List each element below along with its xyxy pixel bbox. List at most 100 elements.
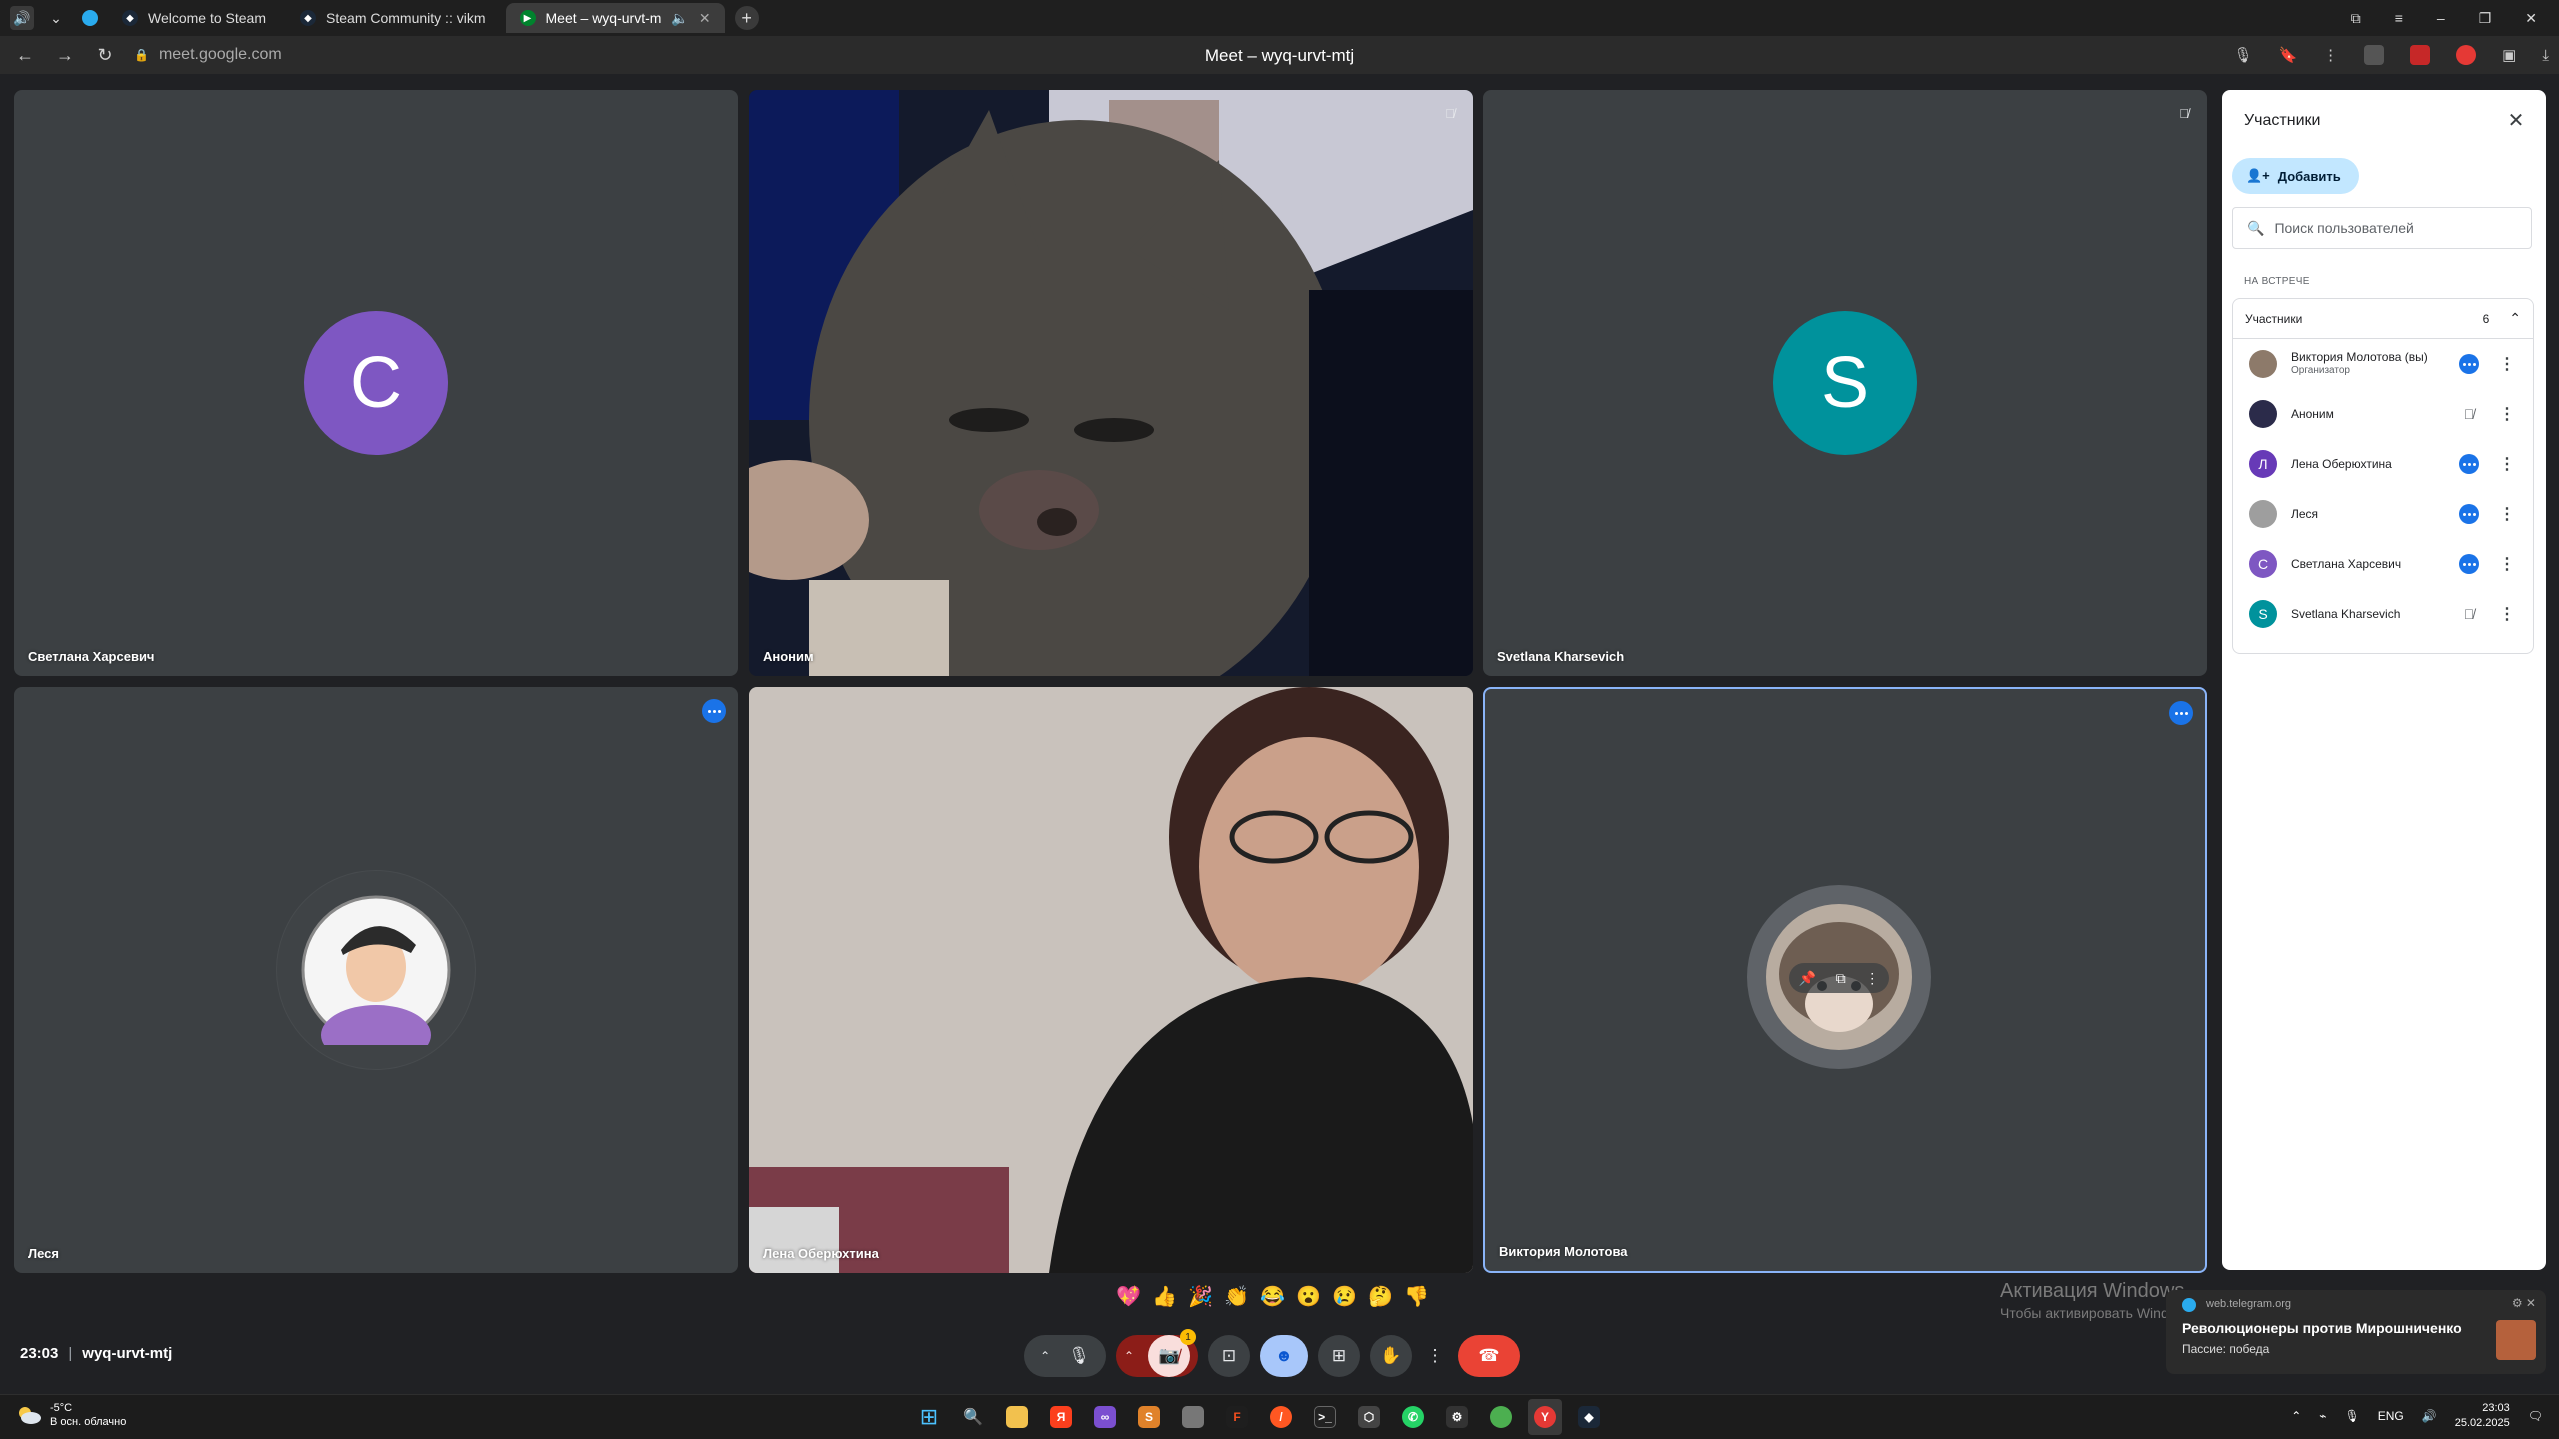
pin-icon[interactable]: 📌 xyxy=(1799,970,1816,987)
more-options-icon[interactable]: ⋮ xyxy=(2497,553,2517,575)
participant-video-tile[interactable]: 🎙̸ Аноним xyxy=(749,90,1473,676)
chevron-up-icon[interactable]: ⌃ xyxy=(1040,1349,1050,1363)
language-indicator[interactable]: ENG xyxy=(2378,1409,2404,1423)
chevron-up-icon[interactable]: ⌃ xyxy=(2291,1409,2301,1423)
toast-image xyxy=(2496,1320,2536,1360)
more-options-icon[interactable]: ⋮ xyxy=(2497,603,2517,625)
weather-widget[interactable]: -5°C В осн. облачно xyxy=(16,1401,126,1429)
chevron-down-icon[interactable]: ⌄ xyxy=(44,6,68,30)
restore-icon[interactable]: ❐ xyxy=(2479,10,2492,27)
participant-tile[interactable]: S 🎙̸ Svetlana Kharsevich xyxy=(1483,90,2207,676)
telegram-tab-icon[interactable] xyxy=(78,6,102,30)
yandex-button[interactable]: Я xyxy=(1044,1399,1078,1435)
participant-video-tile[interactable]: Лена Оберюхтина xyxy=(749,687,1473,1273)
whatsapp-button[interactable]: ✆ xyxy=(1396,1399,1430,1435)
search-button[interactable]: 🔍 xyxy=(956,1399,990,1435)
tab-meet[interactable]: ▶ Meet – wyq-urvt-m 🔈 ✕ xyxy=(505,3,725,33)
notification-toast[interactable]: web.telegram.org ⚙ ✕ Революционеры проти… xyxy=(2166,1290,2546,1374)
file-explorer-button[interactable] xyxy=(1000,1399,1034,1435)
app-button[interactable] xyxy=(1484,1399,1518,1435)
reaction-emoji[interactable]: 😂 xyxy=(1260,1284,1285,1316)
start-button[interactable]: ⊞ xyxy=(912,1399,946,1435)
yandex-browser-button[interactable]: Y xyxy=(1528,1399,1562,1435)
microphone-control[interactable]: ⌃ 🎙 xyxy=(1024,1335,1106,1377)
participants-group-header[interactable]: Участники 6 ⌃ xyxy=(2233,299,2533,339)
participant-tile[interactable]: C Светлана Харсевич xyxy=(14,90,738,676)
microphone-icon[interactable]: 🎙 xyxy=(2233,46,2252,64)
reaction-emoji[interactable]: 👏 xyxy=(1224,1284,1249,1316)
tabs-icon[interactable]: ⧉ xyxy=(2351,10,2361,27)
close-notification-icon[interactable]: ⚙ ✕ xyxy=(2512,1296,2536,1310)
app-button[interactable]: S xyxy=(1132,1399,1166,1435)
raise-hand-button[interactable]: ✋ xyxy=(1370,1335,1412,1377)
more-options-icon[interactable]: ⋮ xyxy=(2497,453,2517,475)
terminal-button[interactable]: >_ xyxy=(1308,1399,1342,1435)
participant-row[interactable]: С Светлана Харсевич ⋮ xyxy=(2233,539,2533,589)
reaction-emoji[interactable]: 😮 xyxy=(1296,1284,1321,1316)
reaction-emoji[interactable]: 🤔 xyxy=(1368,1284,1393,1316)
speaker-icon[interactable]: 🔈 xyxy=(671,10,688,27)
reaction-emoji[interactable]: 👍 xyxy=(1152,1284,1177,1316)
camera-control[interactable]: ⌃ 📷̸ 1 xyxy=(1116,1329,1198,1377)
picture-in-picture-icon[interactable]: ⧉ xyxy=(1836,970,1846,987)
new-tab-button[interactable]: + xyxy=(734,6,759,30)
more-options-icon[interactable]: ⋮ xyxy=(2497,503,2517,525)
minimize-icon[interactable]: – xyxy=(2437,10,2445,26)
visual-studio-button[interactable]: ∞ xyxy=(1088,1399,1122,1435)
clock[interactable]: 23:03 25.02.2025 xyxy=(2455,1401,2510,1431)
reaction-emoji[interactable]: 💖 xyxy=(1116,1284,1141,1316)
add-people-button[interactable]: 👤+ Добавить xyxy=(2232,158,2359,194)
more-options-button[interactable]: ⋮ xyxy=(1422,1335,1448,1377)
participant-row[interactable]: Л Лена Оберюхтина ⋮ xyxy=(2233,439,2533,489)
close-icon[interactable]: ✕ xyxy=(2525,10,2537,27)
app-button[interactable] xyxy=(1176,1399,1210,1435)
participant-tile[interactable]: Леся xyxy=(14,687,738,1273)
more-options-icon[interactable]: ⋮ xyxy=(1865,970,1879,987)
app-button[interactable]: / xyxy=(1264,1399,1298,1435)
reaction-emoji[interactable]: 😢 xyxy=(1332,1284,1357,1316)
app-button[interactable]: ⚙ xyxy=(1440,1399,1474,1435)
participant-row[interactable]: Леся ⋮ xyxy=(2233,489,2533,539)
participant-row[interactable]: S Svetlana Kharsevich 🎙̸ ⋮ xyxy=(2233,589,2533,639)
back-icon[interactable]: ← xyxy=(10,40,40,70)
captions-button[interactable]: ⊡ xyxy=(1208,1335,1250,1377)
participant-row[interactable]: Виктория Молотова (вы) Организатор ⋮ xyxy=(2233,339,2533,389)
menu-icon[interactable]: ≡ xyxy=(2395,10,2403,26)
download-icon[interactable]: ⤓ xyxy=(2542,47,2549,64)
tab-steam-community[interactable]: ◆ Steam Community :: vikm xyxy=(286,3,499,33)
more-options-icon[interactable]: ⋮ xyxy=(2497,353,2517,375)
microphone-icon[interactable]: 🎙 xyxy=(1068,1346,1090,1366)
steam-button[interactable]: ◆ xyxy=(1572,1399,1606,1435)
leave-call-button[interactable]: ☎ xyxy=(1458,1335,1520,1377)
extension-icon[interactable] xyxy=(2456,45,2477,65)
search-input[interactable]: 🔍 Поиск пользователей xyxy=(2232,207,2532,249)
camera-off-button[interactable]: 📷̸ 1 xyxy=(1148,1329,1197,1377)
network-icon[interactable]: ⌁ xyxy=(2319,1409,2326,1423)
bookmark-icon[interactable]: 🔖 xyxy=(2278,46,2297,64)
participant-tile[interactable]: 📌 ⧉ ⋮ Виктория Молотова xyxy=(1483,687,2207,1273)
reaction-emoji[interactable]: 👎 xyxy=(1404,1284,1429,1316)
present-screen-button[interactable]: ⊞ xyxy=(1318,1335,1360,1377)
tab-audio-icon[interactable]: 🔊 xyxy=(10,6,34,30)
microphone-icon[interactable]: 🎙 xyxy=(2345,1409,2360,1423)
chevron-up-icon[interactable]: ⌃ xyxy=(2509,310,2521,327)
notifications-icon[interactable]: 🗨 xyxy=(2528,1409,2543,1423)
forward-icon[interactable]: → xyxy=(50,40,80,70)
more-icon[interactable]: ⋮ xyxy=(2323,46,2338,64)
close-panel-icon[interactable]: ✕ xyxy=(2502,106,2530,134)
collections-icon[interactable]: ▣ xyxy=(2502,46,2516,64)
close-tab-icon[interactable]: ✕ xyxy=(699,10,711,27)
more-options-icon[interactable]: ⋮ xyxy=(2497,403,2517,425)
extension-icon[interactable] xyxy=(2410,45,2431,65)
extension-icon[interactable] xyxy=(2364,45,2385,65)
volume-icon[interactable]: 🔊 xyxy=(2422,1409,2437,1423)
figma-button[interactable]: F xyxy=(1220,1399,1254,1435)
app-button[interactable]: ⬡ xyxy=(1352,1399,1386,1435)
reload-icon[interactable]: ↻ xyxy=(90,40,120,70)
reaction-emoji[interactable]: 🎉 xyxy=(1188,1284,1213,1316)
chevron-up-icon[interactable]: ⌃ xyxy=(1124,1349,1134,1363)
tab-welcome-to-steam[interactable]: ◆ Welcome to Steam xyxy=(108,3,280,33)
url-field[interactable]: 🔒 meet.google.com xyxy=(134,46,282,64)
participant-row[interactable]: Аноним 🎙̸ ⋮ xyxy=(2233,389,2533,439)
reactions-button[interactable]: ☻ xyxy=(1260,1335,1308,1377)
